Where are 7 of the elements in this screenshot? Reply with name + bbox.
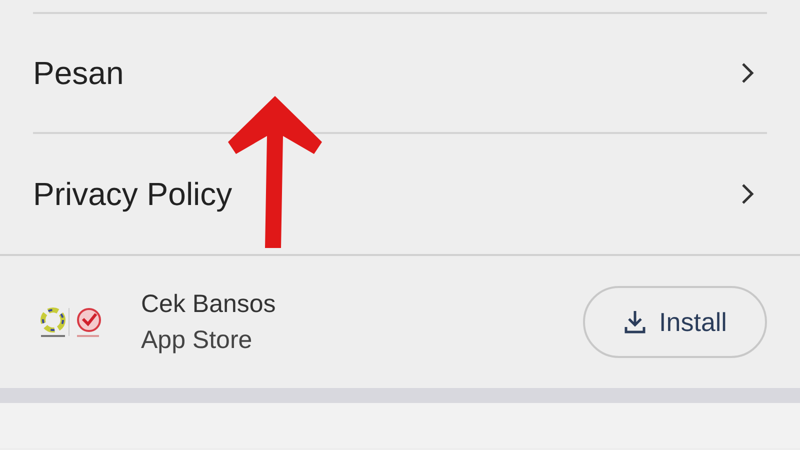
menu-item[interactable]: Privacy Policy: [33, 134, 767, 254]
chevron-right-icon: [741, 62, 755, 84]
download-icon: [623, 309, 648, 335]
install-button[interactable]: Install: [583, 286, 767, 358]
app-name: Cek Bansos: [141, 289, 276, 320]
chevron-right-icon: [741, 183, 755, 205]
app-source: App Store: [141, 325, 254, 356]
